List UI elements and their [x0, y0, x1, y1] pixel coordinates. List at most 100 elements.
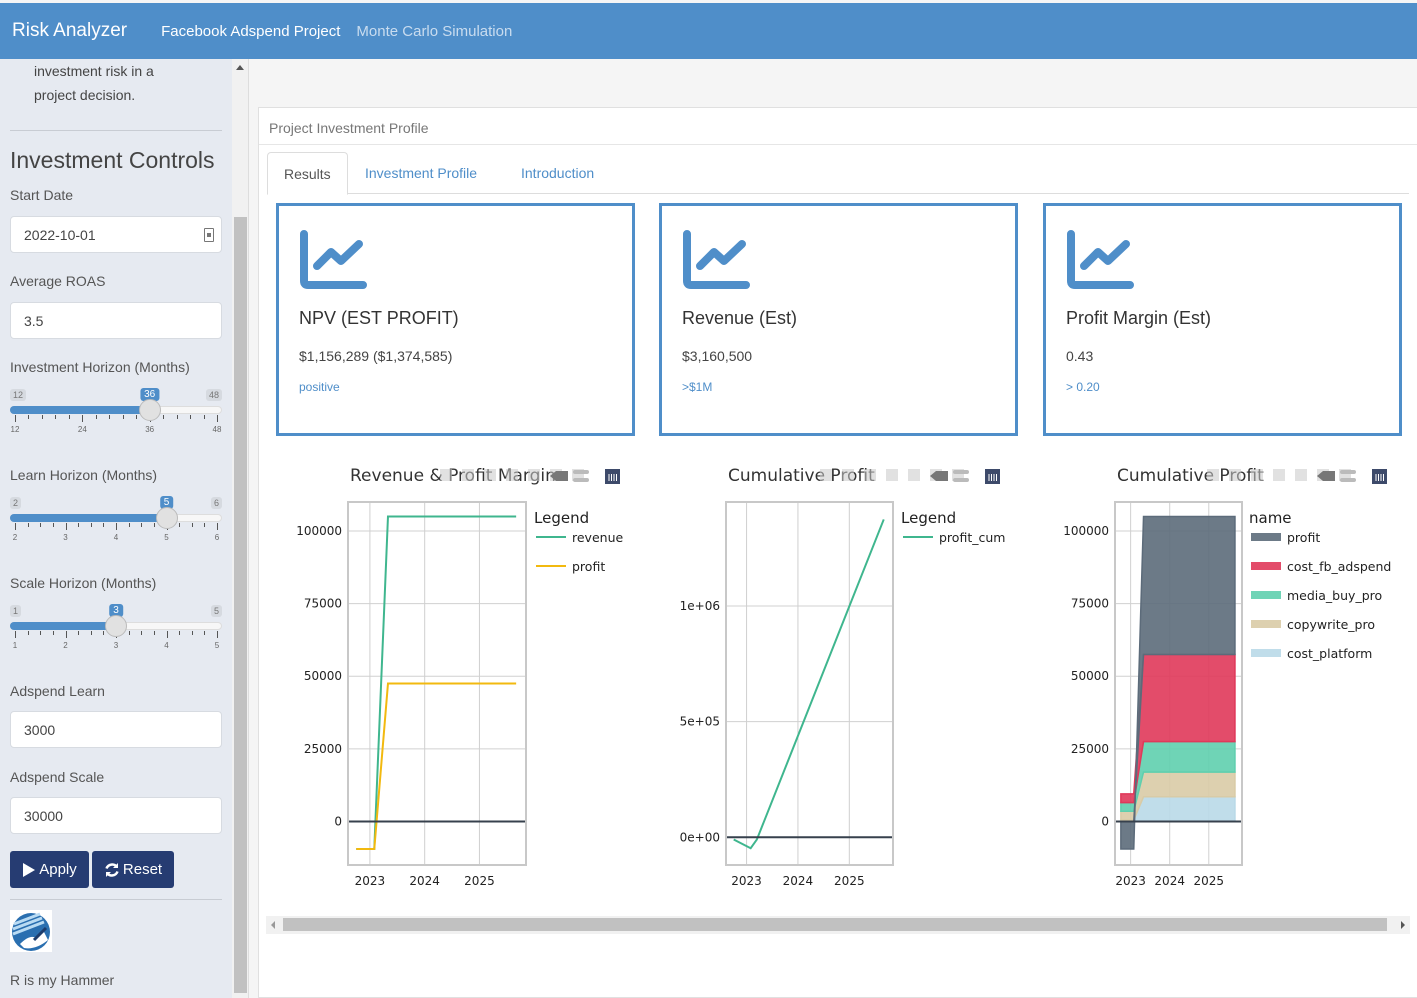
toolbar-icon[interactable]: [842, 469, 854, 481]
toolbar-icon[interactable]: [864, 469, 876, 481]
tab-results[interactable]: Results: [267, 152, 348, 195]
toolbar-icon[interactable]: [1251, 469, 1263, 481]
legend-swatch[interactable]: [1251, 562, 1281, 570]
investment-horizon-slider[interactable]: 12 48 36 12 24 36 48: [10, 388, 222, 439]
slider-tick: [27, 631, 29, 635]
legend: Legend revenue profit: [534, 509, 623, 574]
slider-tick-label: 4: [164, 641, 169, 650]
legend-item-label[interactable]: cost_fb_adspend: [1287, 559, 1391, 574]
footer-text: R is my Hammer: [10, 972, 115, 988]
roas-value: 3.5: [24, 312, 44, 329]
line-chart-icon: [300, 230, 367, 289]
toolbar-hover-icon[interactable]: [573, 478, 589, 482]
slider-tick: [204, 523, 206, 527]
toolbar-icon[interactable]: [1273, 469, 1285, 481]
hammer-logo: [10, 910, 52, 952]
adspend-scale-label: Adspend Scale: [10, 769, 105, 785]
slider-max-label: 6: [210, 497, 222, 509]
legend-item-label[interactable]: profit_cum: [939, 530, 1005, 545]
legend-swatch[interactable]: [1251, 620, 1281, 628]
slider-handle[interactable]: [138, 399, 161, 421]
nav-facebook-adspend-project[interactable]: Facebook Adspend Project: [161, 23, 340, 40]
legend-item-label[interactable]: copywrite_pro: [1287, 617, 1375, 632]
scrollbar-thumb[interactable]: [234, 217, 247, 993]
slider-tick: [95, 415, 97, 419]
toolbar-hover-icon[interactable]: [1340, 478, 1356, 482]
slider-tick: [179, 631, 181, 635]
plotly-logo-icon[interactable]: [605, 469, 620, 484]
toolbar-icon[interactable]: [528, 469, 540, 481]
learn-horizon-slider[interactable]: 26523456: [10, 496, 222, 547]
legend-swatch[interactable]: [1251, 649, 1281, 657]
slider-tick: [128, 631, 130, 635]
toolbar-hover-icon[interactable]: [573, 470, 589, 474]
legend-item-label[interactable]: revenue: [572, 530, 623, 545]
tab-introduction[interactable]: Introduction: [505, 152, 610, 194]
toolbar-icon[interactable]: [820, 469, 832, 481]
slider-tick: [204, 631, 206, 635]
calendar-icon[interactable]: [204, 228, 214, 242]
toolbar-hover-icon[interactable]: [953, 478, 969, 482]
slider-handle[interactable]: [105, 615, 127, 637]
x-tick-label: 2025: [834, 874, 865, 888]
toolbar-icon[interactable]: [440, 469, 452, 481]
sidebar-scrollbar[interactable]: [232, 59, 249, 998]
slider-handle[interactable]: [155, 507, 178, 529]
scale-horizon-slider[interactable]: 15312345: [10, 604, 222, 655]
legend-item-label[interactable]: profit: [572, 559, 605, 574]
cumulative-profit-line-chart: 0e+00 5e+05 1e+06 2023 2024 2025 Cumulative Pr…: [660, 455, 1030, 900]
panel-title: Project Investment Profile: [269, 120, 429, 136]
tab-investment-profile[interactable]: Investment Profile: [349, 152, 493, 194]
scroll-right-arrow-icon[interactable]: [1401, 921, 1405, 929]
slider-tick: [15, 523, 16, 530]
cumulative-profit-area-chart: 0 25000 50000 75000 100000 2023 2024 2025 Cumula…: [1040, 455, 1417, 900]
plotly-logo-icon[interactable]: [1372, 469, 1387, 484]
reset-button[interactable]: Reset: [92, 851, 174, 888]
x-tick-label: 2024: [409, 874, 440, 888]
roas-input[interactable]: 3.5: [10, 302, 222, 339]
adspend-learn-input[interactable]: 3000: [10, 711, 222, 748]
slider-tick: [217, 415, 218, 422]
legend-swatch[interactable]: [1251, 533, 1281, 541]
toolbar-hover-icon[interactable]: [953, 470, 969, 474]
apply-button[interactable]: Apply: [10, 851, 89, 888]
slider-tick-label: 36: [145, 425, 155, 434]
toolbar-icon[interactable]: [1229, 469, 1241, 481]
scroll-up-arrow-icon[interactable]: [236, 65, 244, 70]
brand-title[interactable]: Risk Analyzer: [12, 20, 127, 42]
toolbar-icon[interactable]: [462, 469, 474, 481]
legend-item-label[interactable]: media_buy_pro: [1287, 588, 1382, 603]
horizontal-scrollbar[interactable]: [266, 916, 1410, 934]
slider-tick-label: 2: [63, 641, 68, 650]
toolbar-icon[interactable]: [484, 469, 496, 481]
legend-swatch[interactable]: [1251, 591, 1281, 599]
divider: [259, 144, 1417, 145]
toolbar-hover-icon[interactable]: [1340, 470, 1356, 474]
scroll-left-arrow-icon[interactable]: [271, 921, 275, 929]
profit-margin-value-box: Profit Margin (Est) 0.43 > 0.20: [1043, 203, 1402, 436]
value-box-value: $1,156,289 ($1,374,585): [299, 348, 453, 364]
legend-item-label[interactable]: cost_platform: [1287, 646, 1372, 661]
slider-tick: [191, 523, 193, 527]
slider-fill: [10, 514, 167, 522]
legend-item-label[interactable]: profit: [1287, 530, 1320, 545]
scrollbar-thumb[interactable]: [283, 918, 1387, 931]
navbar: Risk Analyzer Facebook Adspend Project M…: [0, 3, 1417, 59]
adspend-scale-input[interactable]: 30000: [10, 797, 222, 834]
value-box-subtitle: >$1M: [682, 380, 713, 394]
slider-tick-label: 48: [212, 425, 222, 434]
npv-value-box: NPV (EST PROFIT) $1,156,289 ($1,374,585)…: [276, 203, 635, 436]
toolbar-icon[interactable]: [1207, 469, 1219, 481]
plotly-logo-icon[interactable]: [985, 469, 1000, 484]
y-tick-label: 50000: [304, 669, 342, 683]
toolbar-icon[interactable]: [886, 469, 898, 481]
start-date-input[interactable]: 2022-10-01: [10, 216, 222, 253]
slider-tick: [176, 415, 178, 419]
nav-monte-carlo-simulation[interactable]: Monte Carlo Simulation: [356, 23, 512, 40]
toolbar-icon[interactable]: [908, 469, 920, 481]
value-box-value: 0.43: [1066, 348, 1094, 364]
slider-tick: [103, 631, 105, 635]
toolbar-icon[interactable]: [506, 469, 518, 481]
y-tick-label: 0e+00: [680, 830, 720, 844]
toolbar-icon[interactable]: [1295, 469, 1307, 481]
